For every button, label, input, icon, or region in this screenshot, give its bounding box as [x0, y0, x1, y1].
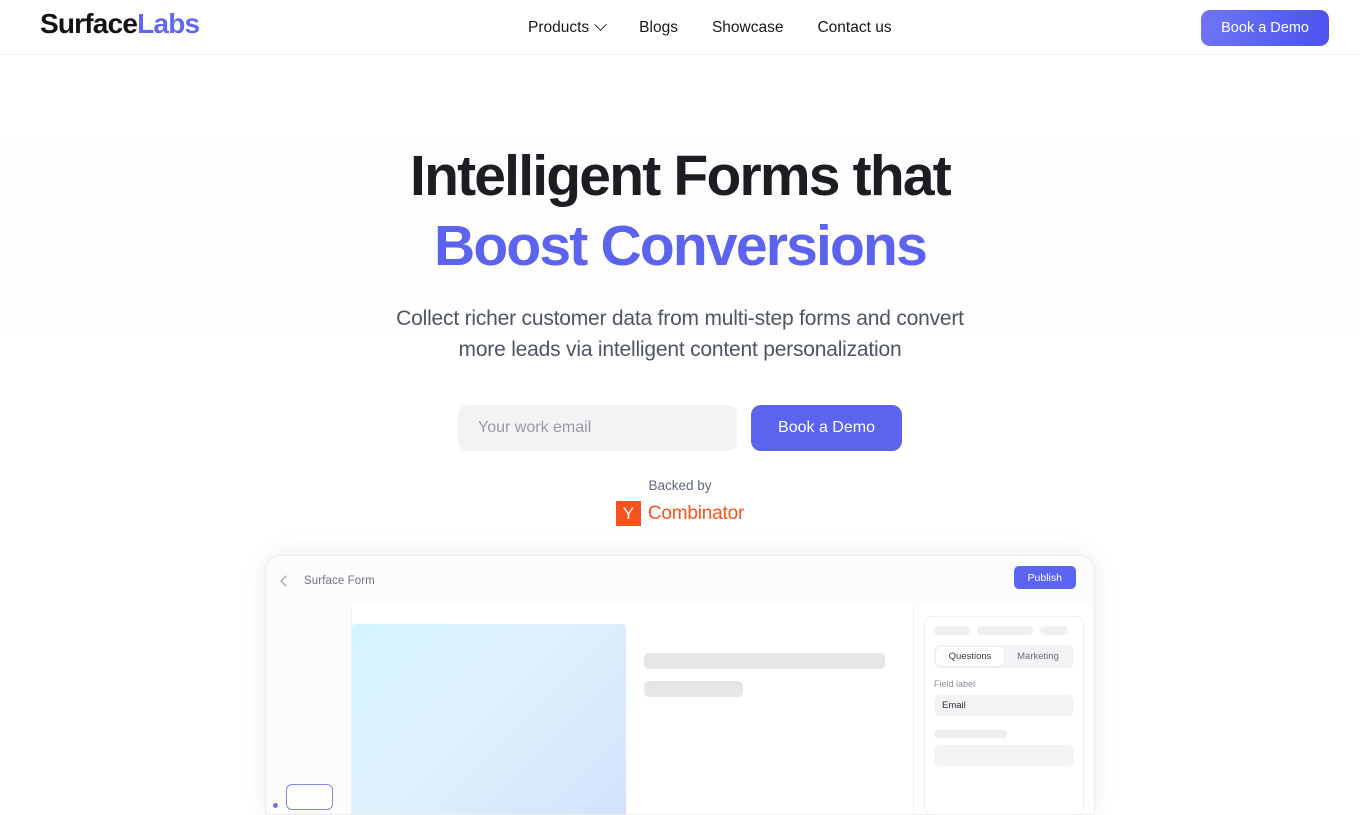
backed-by-label: Backed by — [648, 478, 712, 493]
y-combinator-mark-icon: Y — [615, 501, 641, 526]
brand-logo-primary: Surface — [40, 8, 138, 39]
hero-title-line-2: Boost Conversions — [434, 214, 928, 278]
inspector-tabs: Questions Marketing — [934, 645, 1074, 668]
nav-item-blogs[interactable]: Blogs — [639, 19, 678, 37]
inspector-skeleton-chip — [1040, 626, 1068, 635]
inspector-skeleton-chip — [977, 626, 1033, 635]
brand-logo[interactable]: SurfaceLabs — [40, 8, 200, 40]
mockup-body: Questions Marketing Field label Email — [266, 606, 1094, 814]
nav-item-contact-label: Contact us — [817, 18, 892, 36]
hero-subtitle: Collect richer customer data from multi-… — [396, 307, 964, 361]
nav-item-products-label: Products — [528, 18, 590, 36]
tab-marketing[interactable]: Marketing — [1004, 647, 1072, 666]
field-label-caption: Field label — [934, 679, 976, 689]
tab-questions[interactable]: Questions — [936, 647, 1004, 666]
backed-by-block: Backed by Y Combinator — [0, 478, 1360, 526]
editor-skeleton-bar — [644, 653, 885, 669]
mockup-toolbar: Surface Form Publish — [266, 556, 1094, 606]
nav-item-showcase-label: Showcase — [711, 18, 784, 36]
y-combinator-logo: Y Combinator — [615, 501, 745, 526]
mockup-left-rail — [266, 606, 352, 814]
nav-item-products[interactable]: Products — [528, 18, 608, 37]
inspector-chip-row — [934, 626, 1074, 635]
chevron-left-icon[interactable] — [280, 575, 292, 587]
inspector-card: Questions Marketing Field label Email — [924, 616, 1084, 814]
rail-bullet-icon — [273, 803, 278, 808]
publish-button[interactable]: Publish — [1013, 566, 1076, 589]
work-email-input[interactable] — [458, 405, 738, 451]
rail-selected-block[interactable] — [286, 784, 333, 810]
header-book-demo-button[interactable]: Book a Demo — [1201, 10, 1329, 46]
form-preview-canvas[interactable] — [352, 624, 626, 814]
mockup-inspector-panel: Questions Marketing Field label Email — [914, 606, 1094, 814]
nav-item-showcase[interactable]: Showcase — [712, 19, 784, 37]
chevron-down-icon — [594, 18, 608, 32]
inspector-skeleton-label — [934, 730, 1007, 738]
product-screenshot-mockup: Surface Form Publish Questions Marketing… — [265, 555, 1095, 815]
y-combinator-wordmark: Combinator — [647, 502, 745, 524]
brand-logo-secondary: Labs — [137, 8, 200, 39]
nav-item-blogs-label: Blogs — [639, 18, 678, 36]
field-label-input[interactable]: Email — [934, 695, 1074, 716]
hero-section: Intelligent Forms that Boost Conversions… — [0, 141, 1360, 526]
mockup-window: Surface Form Publish Questions Marketing… — [265, 555, 1095, 815]
nav-item-contact-us[interactable]: Contact us — [817, 19, 891, 37]
hero-cta-row: Book a Demo — [0, 405, 1360, 451]
inspector-skeleton-chip — [934, 626, 970, 635]
mockup-form-title: Surface Form — [304, 575, 375, 587]
hero-book-demo-button[interactable]: Book a Demo — [751, 405, 902, 451]
page-title: Intelligent Forms that Boost Conversions — [0, 141, 1360, 281]
site-header: SurfaceLabs Products Blogs Showcase Cont… — [0, 0, 1360, 55]
inspector-skeleton-input — [934, 745, 1074, 766]
editor-skeleton-bar — [644, 681, 743, 697]
main-navigation: Products Blogs Showcase Contact us — [528, 0, 892, 55]
hero-title-line-1: Intelligent Forms that — [410, 144, 952, 208]
mockup-editor-column — [626, 606, 914, 814]
